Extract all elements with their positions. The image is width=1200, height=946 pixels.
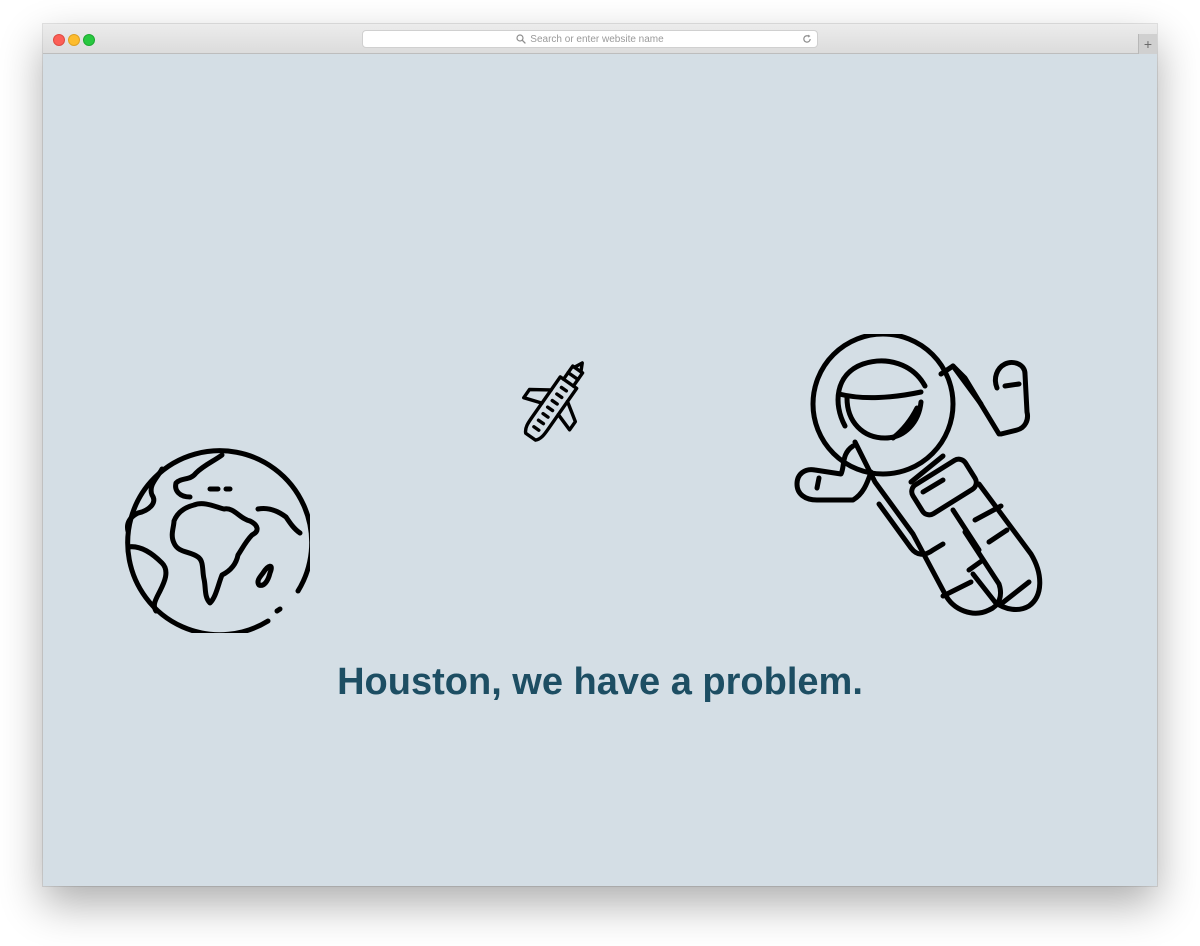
- new-tab-button[interactable]: +: [1138, 34, 1157, 54]
- astronaut-icon: [794, 334, 1043, 616]
- minimize-window-button[interactable]: [68, 34, 80, 46]
- address-bar[interactable]: Search or enter website name: [362, 30, 818, 48]
- maximize-window-button[interactable]: [83, 34, 95, 46]
- address-bar-content: Search or enter website name: [363, 31, 817, 47]
- browser-window: Search or enter website name + Houston, …: [43, 24, 1157, 886]
- close-window-button[interactable]: [53, 34, 65, 46]
- browser-titlebar: Search or enter website name +: [43, 24, 1157, 54]
- address-placeholder: Search or enter website name: [530, 33, 664, 45]
- page-headline: Houston, we have a problem.: [337, 661, 863, 703]
- reload-icon[interactable]: [802, 34, 812, 44]
- search-icon: [516, 34, 526, 44]
- earth-icon: [125, 448, 310, 633]
- space-shuttle-icon: [522, 361, 585, 442]
- page-content: Houston, we have a problem.: [43, 54, 1157, 886]
